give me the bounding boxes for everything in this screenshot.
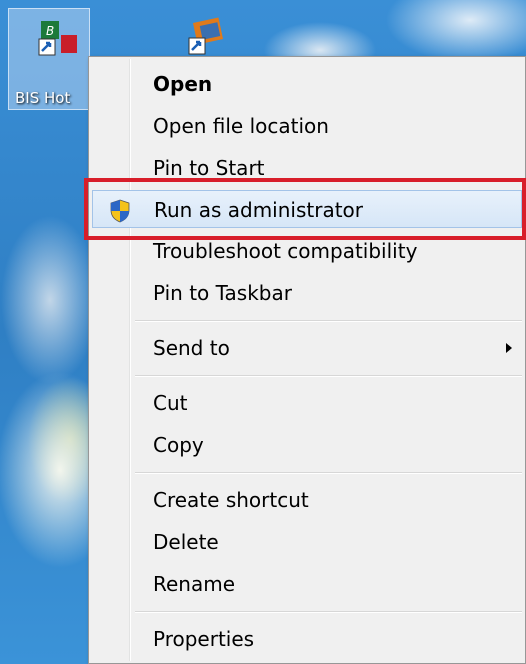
svg-text:B: B: [46, 24, 54, 38]
menu-item-properties[interactable]: Properties: [92, 620, 522, 658]
menu-item-label: Send to: [153, 336, 230, 360]
menu-item-label: Cut: [153, 391, 188, 415]
context-menu: Open Open file location Pin to Start Run…: [88, 56, 526, 664]
menu-item-label: Rename: [153, 572, 236, 596]
menu-item-label: Open: [153, 72, 213, 96]
bis-app-icon: B: [38, 21, 77, 56]
menu-item-delete[interactable]: Delete: [92, 523, 522, 561]
menu-separator: [135, 375, 522, 377]
menu-item-label: Troubleshoot compatibility: [153, 239, 418, 263]
menu-item-rename[interactable]: Rename: [92, 565, 522, 603]
menu-separator: [135, 320, 522, 322]
menu-item-open[interactable]: Open: [92, 65, 522, 103]
submenu-arrow-icon: [506, 343, 512, 353]
annotation-highlight-box: [84, 178, 526, 240]
menu-separator: [135, 472, 522, 474]
menu-separator: [135, 611, 522, 613]
menu-item-label: Copy: [153, 433, 204, 457]
menu-item-label: Pin to Start: [153, 156, 265, 180]
desktop-icon-bis-hotel[interactable]: B BIS Hot: [8, 8, 90, 110]
menu-item-pin-to-taskbar[interactable]: Pin to Taskbar: [92, 274, 522, 312]
menu-item-label: Delete: [153, 530, 219, 554]
menu-item-copy[interactable]: Copy: [92, 426, 522, 464]
menu-item-cut[interactable]: Cut: [92, 384, 522, 422]
menu-item-open-file-location[interactable]: Open file location: [92, 107, 522, 145]
menu-item-label: Properties: [153, 627, 255, 651]
menu-item-send-to[interactable]: Send to: [92, 329, 522, 367]
menu-item-label: Create shortcut: [153, 488, 309, 512]
menu-item-create-shortcut[interactable]: Create shortcut: [92, 481, 522, 519]
app-shortcut-icon: [188, 17, 224, 55]
menu-item-label: Pin to Taskbar: [153, 281, 292, 305]
menu-item-label: Open file location: [153, 114, 329, 138]
